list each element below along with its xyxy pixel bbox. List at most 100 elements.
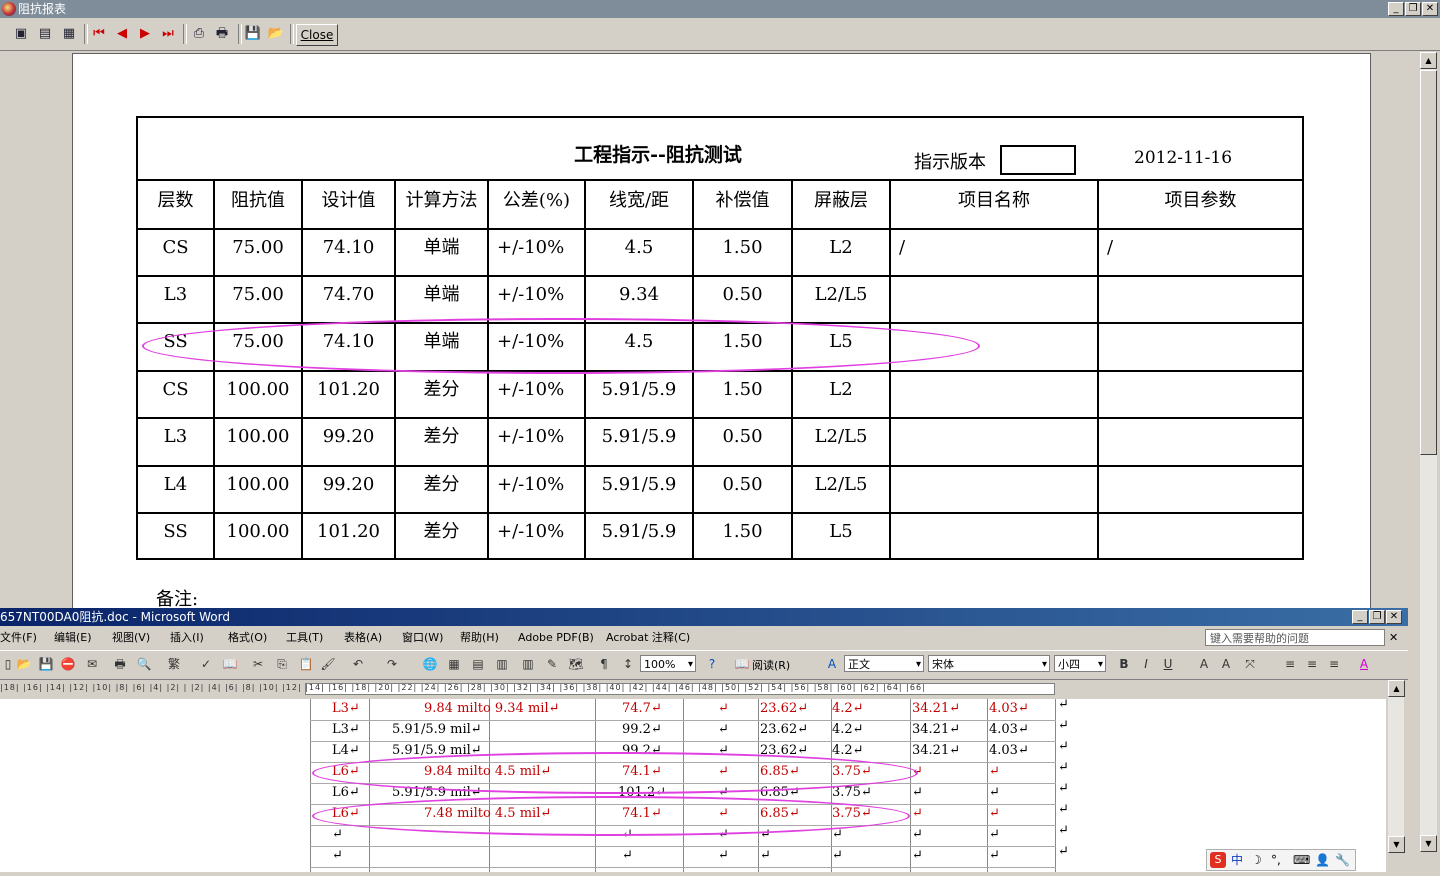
scroll-down-icon[interactable]: ▼ [1420,835,1437,852]
menu-format[interactable]: 格式(O) [228,627,267,648]
word-restore-button[interactable]: ❐ [1369,610,1385,624]
redo-icon[interactable]: ↷ [384,656,400,672]
traditional-chinese-icon[interactable]: 繁 [166,656,182,672]
italic-icon[interactable]: I [1138,656,1154,672]
align-center-icon[interactable]: ≡ [1304,656,1320,672]
doc-close-icon[interactable]: ✕ [1389,627,1398,648]
menu-help[interactable]: 帮助(H) [460,627,499,648]
save-icon[interactable]: 💾 [244,25,262,43]
research-icon[interactable]: 📖 [222,656,238,672]
justify-icon[interactable]: ≡ [1326,656,1342,672]
word-close-button[interactable]: ✕ [1386,610,1402,624]
page-single-icon[interactable]: ▣ [12,25,30,43]
word-cell: ↵ [912,764,923,779]
styles-icon[interactable]: A [824,656,840,672]
keyboard-icon[interactable]: ⌨ [1293,850,1310,870]
undo-icon[interactable]: ↶ [350,656,366,672]
scroll-up-icon[interactable]: ▲ [1420,52,1437,69]
help-search-input[interactable]: 键入需要帮助的问题 [1205,629,1385,646]
cut-icon[interactable]: ✂ [250,656,266,672]
menu-file[interactable]: 文件(F) [0,627,37,648]
prev-page-icon[interactable]: ◀ [113,25,131,43]
font-color-icon[interactable]: A [1356,656,1372,672]
page-multi-icon[interactable]: ▤ [36,25,54,43]
menu-table[interactable]: 表格(A) [344,627,382,648]
print-setup-icon[interactable]: ⎙ [190,25,208,43]
cell-compensation: 1.50 [722,521,763,542]
char-shading-icon[interactable]: A [1218,656,1234,672]
word-cell: ↵ [989,806,1000,821]
word-document-area[interactable]: L3↵ 9.84 milto 9.34 mil↵ 74.7↵ ↵ 23.62↵ 4.2↵ 3… [0,699,1386,872]
next-page-icon[interactable]: ▶ [136,25,154,43]
save-icon[interactable]: 💾 [38,656,54,672]
hyperlink-icon[interactable]: 🌐 [422,656,438,672]
zoom-select[interactable]: 100% [640,655,696,673]
scroll-thumb[interactable] [1420,70,1437,455]
horizontal-ruler[interactable]: |18| |16| |14| |12| |10| |8| |6| |4| |2|… [0,680,1386,698]
menu-acrobat-comments[interactable]: Acrobat 注释(C) [606,627,690,648]
word-minimize-button[interactable]: _ [1352,610,1368,624]
format-painter-icon[interactable]: 🖌 [320,656,336,672]
print-icon[interactable]: 🖶 [213,25,231,43]
ime-toolbar[interactable]: S 中 ☽ °, ⌨ 👤 🔧 [1206,849,1356,871]
menu-view[interactable]: 视图(V) [112,627,150,648]
menu-edit[interactable]: 编辑(E) [54,627,92,648]
underline-icon[interactable]: U [1160,656,1176,672]
columns-icon[interactable]: ▥ [520,656,536,672]
paste-icon[interactable]: 📋 [298,656,314,672]
menu-adobe-pdf[interactable]: Adobe PDF(B) [518,627,594,648]
scroll-down-icon[interactable]: ▼ [1388,836,1405,853]
char-border-icon[interactable]: A [1196,656,1212,672]
word-cell: 5.91/5.9 mil↵ [392,743,482,758]
open-icon[interactable]: 📂 [16,656,32,672]
first-page-icon[interactable]: ⏮ [90,25,108,43]
close-window-button[interactable]: ✕ [1422,2,1438,16]
help-icon[interactable]: ? [704,656,720,672]
document-map-icon[interactable]: 🗺 [568,656,584,672]
report-vertical-scrollbar[interactable]: ▲ ▼ [1420,52,1437,852]
show-hide-icon[interactable]: ¶ [596,656,612,672]
new-doc-icon[interactable]: ▯ [0,656,16,672]
user-icon[interactable]: 👤 [1315,850,1330,870]
ime-mode[interactable]: 中 [1231,850,1243,870]
last-page-icon[interactable]: ⏭ [159,25,177,43]
drawing-icon[interactable]: ✎ [544,656,560,672]
moon-icon[interactable]: ☽ [1251,850,1262,870]
spelling-icon[interactable]: ✓ [198,656,214,672]
print-preview-icon[interactable]: 🔍 [136,656,152,672]
word-vertical-scrollbar[interactable]: ▲ ▼ [1388,680,1405,853]
permission-icon[interactable]: ⛔ [60,656,76,672]
cell-design: 74.70 [322,284,375,305]
print-icon[interactable]: 🖶 [112,656,128,672]
wrench-icon[interactable]: 🔧 [1335,850,1350,870]
scroll-up-icon[interactable]: ▲ [1388,680,1405,697]
open-icon[interactable]: 📂 [267,25,285,43]
copy-icon[interactable]: ⎘ [274,656,290,672]
insert-excel-icon[interactable]: ▥ [494,656,510,672]
bold-icon[interactable]: B [1116,656,1132,672]
close-button[interactable]: Close [296,24,338,46]
menu-window[interactable]: 窗口(W) [402,627,443,648]
char-scale-icon[interactable]: ⤧ [1242,656,1258,672]
read-mode-icon[interactable]: 📖 [734,656,750,672]
font-size-select[interactable]: 小四 [1054,655,1106,673]
page-fit-icon[interactable]: ▦ [60,25,78,43]
direction-icon[interactable]: ↕ [620,656,636,672]
punct-icon[interactable]: °, [1271,850,1281,870]
restore-button[interactable]: ❐ [1405,2,1421,16]
word-cell: 6.85↵ [760,764,800,779]
read-mode-button[interactable]: 阅读(R) [752,657,790,673]
email-icon[interactable]: ✉ [84,656,100,672]
insert-table-icon[interactable]: ▤ [470,656,486,672]
align-left-icon[interactable]: ≡ [1282,656,1298,672]
minimize-button[interactable]: _ [1388,2,1404,16]
menu-insert[interactable]: 插入(I) [170,627,204,648]
cell-width: 4.5 [624,237,654,258]
word-cell: ↵ [718,743,729,758]
tables-borders-icon[interactable]: ▦ [446,656,462,672]
header-width: 线宽/距 [608,190,670,211]
style-select[interactable]: 正文 [844,655,924,673]
sogou-icon[interactable]: S [1210,852,1226,868]
font-select[interactable]: 宋体 [928,655,1050,673]
menu-tools[interactable]: 工具(T) [286,627,323,648]
